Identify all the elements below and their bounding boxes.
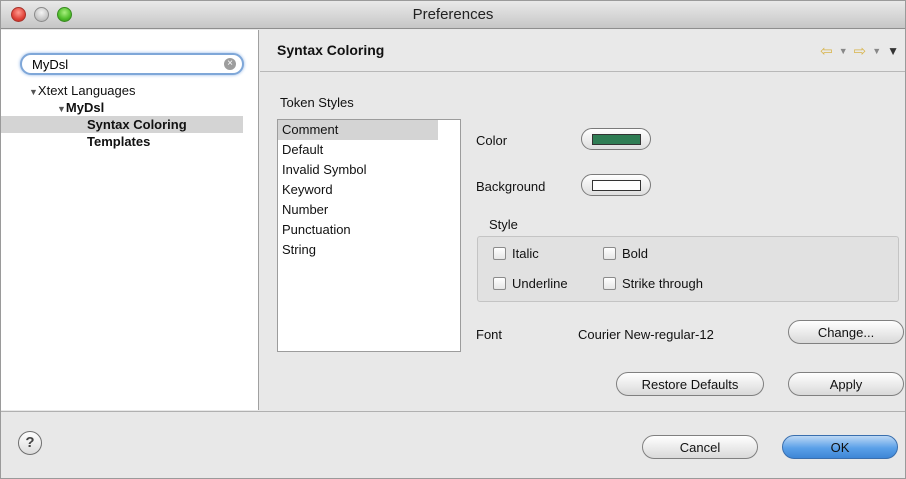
tree-item-label: Syntax Coloring: [87, 117, 187, 132]
tree-item-label: Xtext Languages: [37, 83, 136, 98]
clear-search-icon[interactable]: ×: [224, 58, 236, 70]
token-item-default[interactable]: Default: [278, 140, 460, 160]
forward-arrow-icon[interactable]: ⇨: [854, 42, 867, 60]
font-label: Font: [476, 327, 503, 342]
forward-history-dropdown-icon[interactable]: ▼: [872, 46, 881, 56]
italic-option[interactable]: Italic: [493, 246, 539, 261]
background-picker-button[interactable]: [581, 174, 651, 196]
strike-through-label: Strike through: [622, 276, 703, 291]
color-swatch: [592, 134, 641, 145]
bold-label: Bold: [622, 246, 649, 261]
style-group-title: Style: [489, 217, 518, 232]
back-arrow-icon[interactable]: ⇦: [820, 42, 833, 60]
tree-item-xtext-languages[interactable]: ▼Xtext Languages: [1, 82, 259, 99]
apply-button[interactable]: Apply: [788, 372, 904, 396]
tree-item-label: Templates: [87, 134, 151, 149]
change-font-button[interactable]: Change...: [788, 320, 904, 344]
underline-option[interactable]: Underline: [493, 276, 568, 291]
bold-option[interactable]: Bold: [603, 246, 648, 261]
expanded-triangle-icon[interactable]: ▼: [29, 87, 38, 97]
token-style-list[interactable]: Comment Default Invalid Symbol Keyword N…: [277, 119, 461, 352]
token-styles-label: Token Styles: [280, 95, 354, 110]
page-header: Syntax Coloring ⇦ ▼ ⇨ ▼ ▼: [260, 30, 905, 72]
strike-through-option[interactable]: Strike through: [603, 276, 703, 291]
italic-label: Italic: [512, 246, 539, 261]
tree-item-label: MyDsl: [65, 100, 105, 115]
color-label: Color: [476, 133, 508, 148]
color-picker-button[interactable]: [581, 128, 651, 150]
underline-label: Underline: [512, 276, 568, 291]
font-value: Courier New-regular-12: [578, 327, 714, 342]
tree-item-templates[interactable]: Templates: [1, 133, 259, 150]
token-item-keyword[interactable]: Keyword: [278, 180, 460, 200]
dialog-button-bar: ? Cancel OK: [1, 411, 905, 478]
help-icon[interactable]: ?: [18, 431, 42, 455]
restore-defaults-button[interactable]: Restore Defaults: [616, 372, 764, 396]
cancel-button[interactable]: Cancel: [642, 435, 758, 459]
token-item-comment[interactable]: Comment: [278, 120, 438, 140]
expanded-triangle-icon[interactable]: ▼: [57, 104, 66, 114]
window-title: Preferences: [412, 6, 494, 23]
preferences-tree-pane: × ▼Xtext Languages ▼MyDsl Syntax Colorin…: [1, 30, 259, 410]
tree-item-mydsl[interactable]: ▼MyDsl: [1, 99, 259, 116]
background-label: Background: [476, 179, 546, 194]
underline-checkbox[interactable]: [493, 277, 506, 290]
filter-search-field[interactable]: ×: [20, 53, 244, 75]
background-swatch: [592, 180, 641, 191]
page-title: Syntax Coloring: [277, 42, 385, 58]
token-item-invalid-symbol[interactable]: Invalid Symbol: [278, 160, 460, 180]
view-menu-icon[interactable]: ▼: [887, 44, 899, 58]
tree-item-syntax-coloring[interactable]: Syntax Coloring: [1, 116, 243, 133]
bold-checkbox[interactable]: [603, 247, 616, 260]
syntax-coloring-page: Token Styles Comment Default Invalid Sym…: [260, 73, 905, 410]
history-navigation: ⇦ ▼ ⇨ ▼ ▼: [820, 42, 899, 60]
ok-button[interactable]: OK: [782, 435, 898, 459]
preferences-window: Preferences × ▼Xtext Languages ▼MyDsl Sy…: [0, 0, 906, 479]
style-group: [477, 236, 899, 302]
filter-input[interactable]: [32, 56, 222, 72]
preferences-tree: ▼Xtext Languages ▼MyDsl Syntax Coloring …: [1, 82, 259, 150]
token-item-string[interactable]: String: [278, 240, 460, 260]
strike-through-checkbox[interactable]: [603, 277, 616, 290]
token-item-number[interactable]: Number: [278, 200, 460, 220]
back-history-dropdown-icon[interactable]: ▼: [839, 46, 848, 56]
title-bar[interactable]: Preferences: [1, 1, 905, 29]
token-item-punctuation[interactable]: Punctuation: [278, 220, 460, 240]
italic-checkbox[interactable]: [493, 247, 506, 260]
